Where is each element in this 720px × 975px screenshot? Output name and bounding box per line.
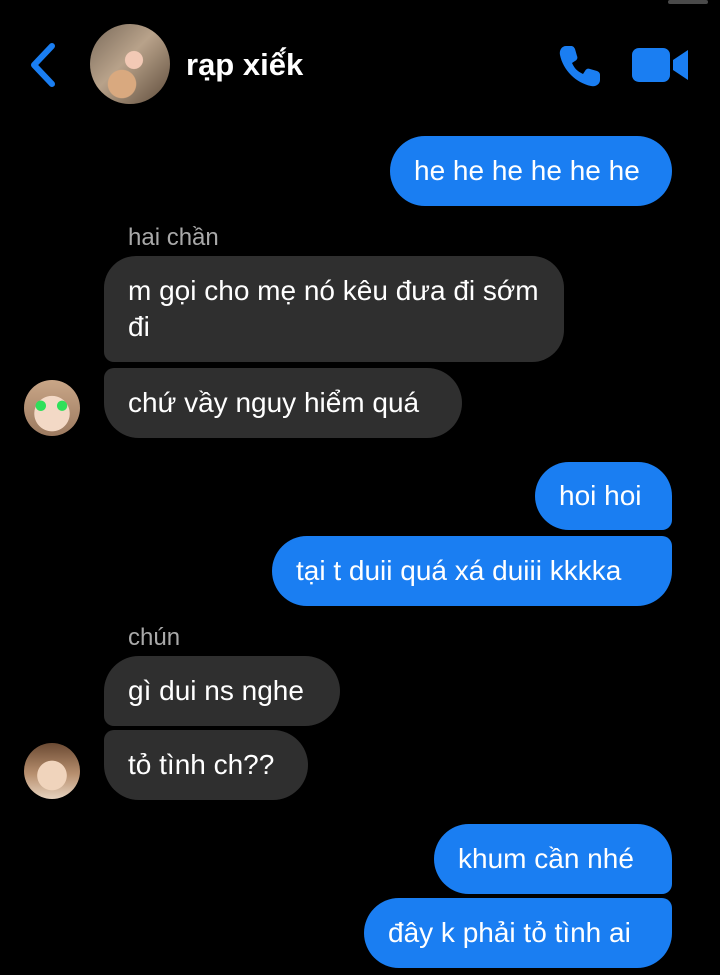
message-incoming[interactable]: gì dui ns nghe xyxy=(104,656,340,726)
group-avatar[interactable] xyxy=(90,24,170,104)
message-outgoing[interactable]: he he he he he he xyxy=(390,136,672,206)
sender-avatar[interactable] xyxy=(24,380,80,436)
message-incoming[interactable]: tỏ tình ch?? xyxy=(104,730,308,800)
sender-avatar[interactable] xyxy=(24,743,80,799)
message-incoming[interactable]: m gọi cho mẹ nó kêu đưa đi sớm đi xyxy=(104,256,564,362)
message-outgoing[interactable]: đây k phải tỏ tình ai xyxy=(364,898,672,968)
phone-icon[interactable] xyxy=(556,42,604,90)
sender-name: hai chần xyxy=(128,224,219,251)
message-outgoing[interactable]: tại t duii quá xá duiii kkkka xyxy=(272,536,672,606)
sender-name: chún xyxy=(128,624,181,651)
video-camera-icon[interactable] xyxy=(630,44,690,86)
chevron-left-icon[interactable] xyxy=(22,38,66,92)
conversation-title[interactable]: rạp xiế́k xyxy=(186,46,303,84)
chat-header: rạp xiế́k xyxy=(0,0,720,120)
message-outgoing[interactable]: khum cần nhé xyxy=(434,824,672,894)
message-incoming[interactable]: chứ vầy nguy hiểm quá xyxy=(104,368,462,438)
message-outgoing[interactable]: hoi hoi xyxy=(535,462,672,530)
